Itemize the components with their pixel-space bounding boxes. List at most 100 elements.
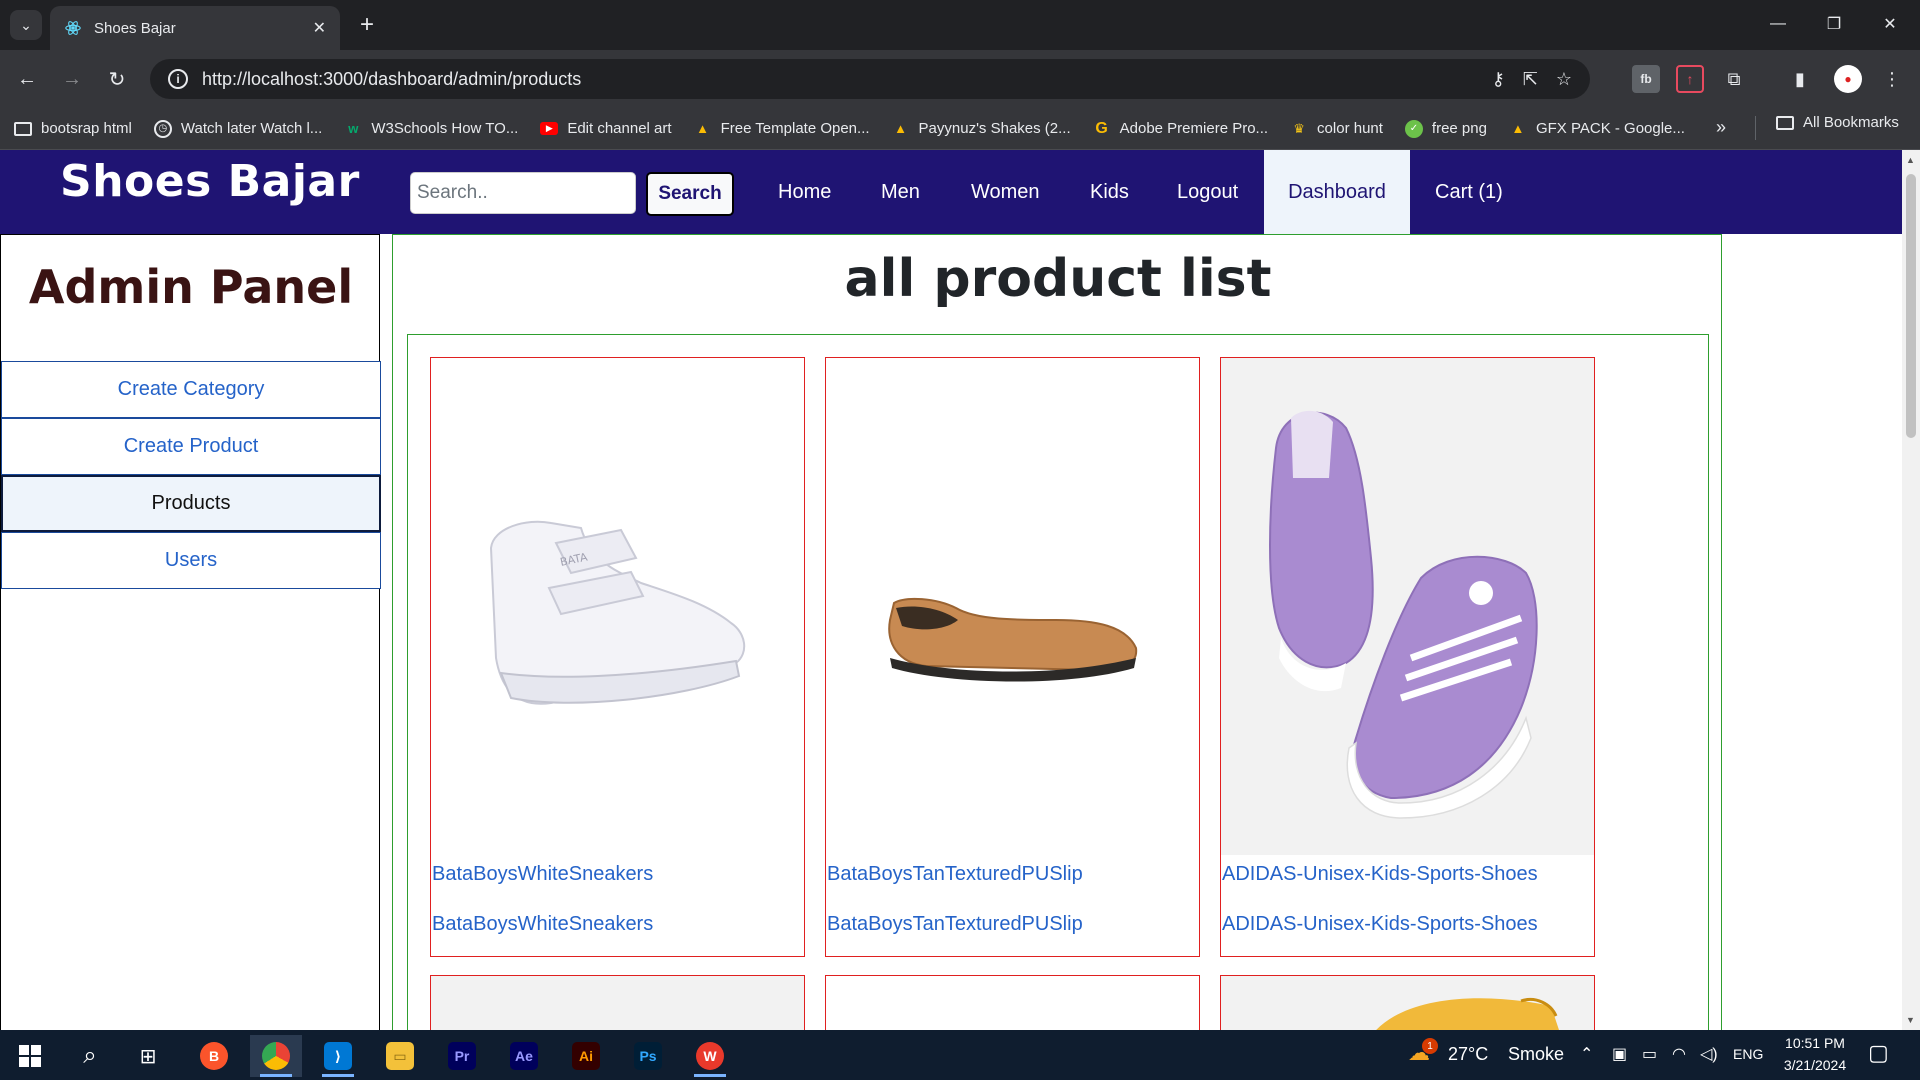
premiere-pro-icon[interactable]: Pr: [436, 1035, 488, 1077]
product-image[interactable]: [826, 976, 1199, 1030]
url-text[interactable]: http://localhost:3000/dashboard/admin/pr…: [202, 69, 1474, 90]
brand-logo[interactable]: Shoes Bajar: [60, 156, 360, 207]
restore-window-icon[interactable]: ❐: [1806, 8, 1862, 40]
w3schools-icon: w: [348, 121, 359, 136]
illustrator-icon[interactable]: Ai: [560, 1035, 612, 1077]
extensions-puzzle-icon[interactable]: ⧉: [1720, 65, 1748, 93]
product-image[interactable]: [826, 358, 1199, 855]
after-effects-icon[interactable]: Ae: [498, 1035, 550, 1077]
site-navbar: Shoes Bajar Search Home Men Women Kids L…: [0, 150, 1902, 234]
battery-icon[interactable]: ▭: [1642, 1044, 1657, 1064]
product-card[interactable]: BataBoysTanTexturedPUSlip BataBoysTanTex…: [825, 357, 1200, 957]
vscode-icon[interactable]: ⟩: [312, 1035, 364, 1077]
search-input[interactable]: [410, 172, 636, 214]
product-card[interactable]: [430, 975, 805, 1030]
notifications-icon[interactable]: ▢: [1868, 1040, 1889, 1066]
product-description-link[interactable]: BataBoysWhiteSneakers: [432, 913, 653, 936]
new-tab-icon[interactable]: +: [352, 10, 382, 40]
search-button[interactable]: Search: [646, 172, 734, 216]
tab-search-chevron-icon[interactable]: ⌄: [10, 10, 42, 40]
bookmark-item[interactable]: ✓ free png: [1404, 119, 1487, 138]
product-name-link[interactable]: ADIDAS-Unisex-Kids-Sports-Shoes: [1222, 863, 1538, 886]
bookmark-item[interactable]: ▲ GFX PACK - Google...: [1509, 120, 1685, 138]
page-scrollbar[interactable]: ▲ ▼: [1902, 150, 1920, 1030]
profile-avatar-icon[interactable]: ●: [1834, 65, 1862, 93]
extension-fb-icon[interactable]: fb: [1632, 65, 1660, 93]
chevron-up-icon[interactable]: ⌃: [1580, 1044, 1593, 1064]
sidebar-item-users[interactable]: Users: [1, 532, 381, 589]
product-description-link[interactable]: ADIDAS-Unisex-Kids-Sports-Shoes: [1222, 913, 1538, 936]
sidebar-item-products[interactable]: Products: [1, 475, 381, 532]
nav-link-home[interactable]: Home: [753, 150, 856, 234]
windows-start-icon[interactable]: [4, 1035, 56, 1077]
tab-close-icon[interactable]: ✕: [313, 18, 326, 38]
nav-link-kids[interactable]: Kids: [1065, 150, 1154, 234]
bookmark-item[interactable]: bootsrap html: [14, 120, 132, 137]
clock-date[interactable]: 3/21/2024: [1774, 1057, 1856, 1073]
reload-icon[interactable]: ↻: [100, 62, 134, 96]
bookmark-item[interactable]: G Adobe Premiere Pro...: [1093, 120, 1268, 138]
weather-temperature[interactable]: 27°C: [1448, 1044, 1488, 1065]
white-sneaker-image: BATA: [489, 520, 746, 705]
sidebar-item-create-product[interactable]: Create Product: [1, 418, 381, 475]
back-arrow-icon[interactable]: ←: [10, 62, 44, 96]
bookmark-item[interactable]: ◷ Watch later Watch l...: [153, 119, 322, 138]
camera-icon[interactable]: ▣: [1612, 1044, 1627, 1064]
open-in-app-icon[interactable]: ⇱: [1523, 69, 1538, 90]
side-panel-icon[interactable]: ▮: [1786, 65, 1814, 93]
bookmark-item[interactable]: ▶ Edit channel art: [540, 120, 672, 137]
all-bookmarks-button[interactable]: All Bookmarks: [1776, 114, 1899, 131]
browser-menu-icon[interactable]: ⋮: [1878, 65, 1906, 93]
chrome-icon[interactable]: [250, 1035, 302, 1077]
bookmark-item[interactable]: ▲ Payynuz's Shakes (2...: [892, 120, 1071, 138]
google-icon: G: [1095, 119, 1108, 137]
site-info-icon[interactable]: i: [168, 69, 188, 89]
product-card[interactable]: [825, 975, 1200, 1030]
scrollbar-thumb[interactable]: [1906, 174, 1916, 438]
clock-time[interactable]: 10:51 PM: [1782, 1035, 1848, 1051]
volume-icon[interactable]: ◁): [1700, 1044, 1718, 1064]
nav-link-men[interactable]: Men: [856, 150, 945, 234]
minimize-window-icon[interactable]: —: [1750, 8, 1806, 40]
product-card[interactable]: ADIDAS-Unisex-Kids-Sports-Shoes ADIDAS-U…: [1220, 357, 1595, 957]
bookmark-item[interactable]: ♛ color hunt: [1290, 120, 1383, 138]
colorhunt-icon: ♛: [1293, 120, 1305, 136]
product-description-link[interactable]: BataBoysTanTexturedPUSlip: [827, 913, 1083, 936]
bookmark-item[interactable]: w W3Schools How TO...: [344, 120, 518, 138]
product-image[interactable]: [1221, 358, 1594, 855]
password-key-icon[interactable]: ⚷: [1492, 69, 1505, 90]
sidebar-item-create-category[interactable]: Create Category: [1, 361, 381, 418]
nav-link-logout[interactable]: Logout: [1152, 150, 1263, 234]
search-icon[interactable]: ⌕: [64, 1035, 116, 1077]
language-indicator[interactable]: ENG: [1733, 1046, 1763, 1062]
product-name-link[interactable]: BataBoysTanTexturedPUSlip: [827, 863, 1083, 886]
task-view-icon[interactable]: ⊞: [122, 1035, 174, 1077]
forward-arrow-icon[interactable]: →: [55, 62, 89, 96]
product-image[interactable]: [431, 976, 804, 1030]
nav-link-dashboard[interactable]: Dashboard: [1264, 150, 1410, 234]
browser-tab[interactable]: Shoes Bajar ✕: [50, 6, 340, 50]
close-window-icon[interactable]: ✕: [1862, 8, 1918, 40]
brave-browser-icon[interactable]: B: [188, 1035, 240, 1077]
extension-upload-icon[interactable]: ↑: [1676, 65, 1704, 93]
photoshop-icon[interactable]: Ps: [622, 1035, 674, 1077]
browser-tab-strip: ⌄ Shoes Bajar ✕ + — ❐ ✕: [0, 0, 1920, 50]
scroll-up-arrow-icon[interactable]: ▲: [1906, 155, 1915, 165]
nav-link-cart[interactable]: Cart (1): [1410, 150, 1528, 234]
product-image[interactable]: BATA: [431, 358, 804, 855]
product-image[interactable]: [1221, 976, 1594, 1030]
scroll-down-arrow-icon[interactable]: ▼: [1906, 1015, 1915, 1025]
file-explorer-icon[interactable]: ▭: [374, 1035, 426, 1077]
wps-office-icon[interactable]: W: [684, 1035, 736, 1077]
product-card[interactable]: BATA BataBoysWhiteSneakers BataBoysWhite…: [430, 357, 805, 957]
bookmark-label: Free Template Open...: [720, 120, 870, 137]
nav-link-women[interactable]: Women: [946, 150, 1065, 234]
bookmark-star-icon[interactable]: ☆: [1556, 69, 1572, 90]
address-bar[interactable]: i http://localhost:3000/dashboard/admin/…: [150, 59, 1590, 99]
more-bookmarks-icon[interactable]: »: [1716, 117, 1726, 138]
product-card[interactable]: [1220, 975, 1595, 1030]
product-name-link[interactable]: BataBoysWhiteSneakers: [432, 863, 653, 886]
bookmark-item[interactable]: ▲ Free Template Open...: [694, 120, 870, 138]
wifi-icon[interactable]: ◠: [1672, 1044, 1686, 1064]
weather-description[interactable]: Smoke: [1508, 1044, 1564, 1065]
